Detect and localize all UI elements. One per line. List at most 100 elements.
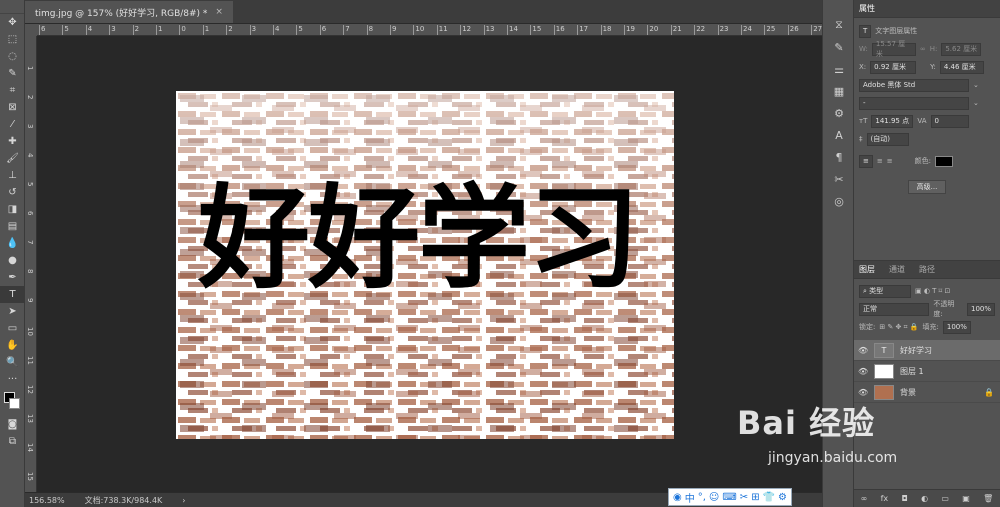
watermark-brand: Bai 经验 [737,404,876,442]
blur-tool-icon[interactable]: 💧 [0,235,25,252]
visibility-eye-icon[interactable]: 👁 [858,388,868,397]
history-brush-tool-icon[interactable]: ↺ [0,184,25,201]
lock-icons[interactable]: ⊞ ✎ ✥ ⌗ 🔒 [879,323,918,332]
zoom-level[interactable]: 156.58% [29,496,65,505]
delete-layer-icon[interactable]: 🗑 [983,494,993,503]
move-tool-icon[interactable]: ✥ [0,14,25,31]
layer-name[interactable]: 背景 [900,387,916,398]
layer-name[interactable]: 好好学习 [900,345,932,356]
layer-row[interactable]: 👁 图层 1 [854,361,1000,382]
hand-tool-icon[interactable]: ✋ [0,337,25,354]
leading-field[interactable]: (自动) [866,132,909,146]
lasso-tool-icon[interactable]: ◌ [0,48,25,65]
ime-item[interactable]: ⚙ [778,492,787,503]
align-right-icon[interactable]: ≡ [887,157,893,165]
ruler-tick: 4 [272,25,280,35]
fill-field[interactable]: 100% [942,320,971,334]
ime-logo-icon[interactable]: ◉ [673,492,682,503]
shape-tool-icon[interactable]: ▭ [0,320,25,337]
crop-tool-icon[interactable]: ⌗ [0,82,25,99]
filter-icons[interactable]: ▣ ◐ T ⌑ ⊡ [915,287,950,295]
ruler-tick: 25 [764,25,776,35]
ime-item[interactable]: ⊞ [751,492,759,503]
ime-item[interactable]: °, [698,492,706,503]
align-center-icon[interactable]: ≡ [877,157,883,165]
tool-presets-icon[interactable]: ✂ [823,168,855,190]
adjustments-icon[interactable]: ⚌ [823,58,855,80]
eyedropper-tool-icon[interactable]: ⁄ [0,116,25,133]
fx-icon[interactable]: fx [881,494,889,503]
y-field[interactable]: 4.46 厘米 [939,60,984,74]
eraser-tool-icon[interactable]: ◨ [0,201,25,218]
text-color-swatch[interactable] [934,155,953,167]
paragraph-panel-icon[interactable]: ¶ [823,146,855,168]
ime-item[interactable]: ☺ [709,492,719,503]
link-layers-icon[interactable]: ∞ [861,494,868,503]
dodge-tool-icon[interactable]: ● [0,252,25,269]
layer-filter-select[interactable]: ⌕ 类型 [859,284,911,298]
pen-tool-icon[interactable]: ✒ [0,269,25,286]
vertical-ruler[interactable]: 1 2 3 4 5 6 7 8 9 10 11 12 13 14 15 [25,36,37,492]
quick-mask-icon[interactable]: ◙ [0,416,25,433]
tab-layers[interactable]: 图层 [859,264,875,275]
layer-row[interactable]: 👁 T 好好学习 [854,340,1000,361]
background-color-swatch[interactable] [9,398,20,409]
more-tools-icon[interactable]: ··· [0,371,25,388]
ruler-tick: 2 [225,25,233,35]
tab-properties[interactable]: 属性 [859,3,875,14]
image-canvas[interactable]: 好好学习 [176,91,674,439]
align-left-icon[interactable]: ≡ [859,154,873,168]
status-menu-arrow[interactable]: › [182,496,185,505]
layer-name[interactable]: 图层 1 [900,366,924,377]
frame-tool-icon[interactable]: ⊠ [0,99,25,116]
brush-settings-icon[interactable]: ✎ [823,36,855,58]
brush-tool-icon[interactable]: 🖌 [0,150,25,167]
chevron-down-icon[interactable]: ⌄ [973,99,979,107]
zoom-tool-icon[interactable]: 🔍 [0,354,25,371]
toolbar-grip[interactable] [0,0,24,14]
canvas-text-layer[interactable]: 好好学习 [198,183,640,295]
tracking-field[interactable]: 0 [930,114,969,128]
visibility-eye-icon[interactable]: 👁 [858,346,868,355]
ruler-tick: 2 [26,95,34,100]
tab-channels[interactable]: 通道 [889,264,905,275]
document-tab[interactable]: timg.jpg @ 157% (好好学习, RGB/8#) * × [25,1,233,23]
adjustment-layer-icon[interactable]: ◐ [921,494,928,503]
path-select-tool-icon[interactable]: ➤ [0,303,25,320]
ime-item[interactable]: 👕 [763,492,775,503]
3d-panel-icon[interactable]: ◎ [823,190,855,212]
visibility-eye-icon[interactable]: 👁 [858,367,868,376]
font-family-select[interactable]: Adobe 黑体 Std [859,78,969,92]
ruler-corner[interactable] [25,24,37,36]
x-field[interactable]: 0.92 厘米 [870,60,917,74]
ruler-tick: 14 [26,443,34,452]
horizontal-ruler[interactable]: 6 5 4 3 2 1 0 1 2 3 4 5 6 7 8 9 10 11 12 13 14 15 16 17 18 19 20 21… [37,24,822,36]
history-panel-icon[interactable]: ⧖ [823,14,855,36]
properties-icon[interactable]: ⚙ [823,102,855,124]
close-icon[interactable]: × [215,7,223,17]
font-style-select[interactable]: - [859,96,969,110]
ruler-tick: 5 [62,25,69,35]
character-panel-icon[interactable]: A [823,124,855,146]
marquee-tool-icon[interactable]: ⬚ [0,31,25,48]
new-group-icon[interactable]: ▭ [941,494,949,503]
color-swatches[interactable] [0,388,25,416]
font-size-field[interactable]: 141.95 点 [871,114,914,128]
clone-stamp-tool-icon[interactable]: ⊥ [0,167,25,184]
ime-item[interactable]: ✂ [740,492,748,503]
new-layer-icon[interactable]: ▣ [962,494,970,503]
gradient-tool-icon[interactable]: ▤ [0,218,25,235]
type-tool-icon[interactable]: T [0,286,25,303]
healing-brush-tool-icon[interactable]: ✚ [0,133,25,150]
screen-mode-icon[interactable]: ⧉ [0,433,25,450]
blend-mode-select[interactable]: 正常 [859,302,930,316]
add-mask-icon[interactable]: ◘ [901,494,907,503]
ime-item[interactable]: 中 [685,490,695,505]
chevron-down-icon[interactable]: ⌄ [973,81,979,89]
quick-select-tool-icon[interactable]: ✎ [0,65,25,82]
ime-item[interactable]: ⌨ [722,492,736,503]
advanced-button[interactable]: 高级... [907,180,947,194]
swatches-icon[interactable]: ▦ [823,80,855,102]
tab-paths[interactable]: 路径 [919,264,935,275]
opacity-field[interactable]: 100% [966,302,995,316]
